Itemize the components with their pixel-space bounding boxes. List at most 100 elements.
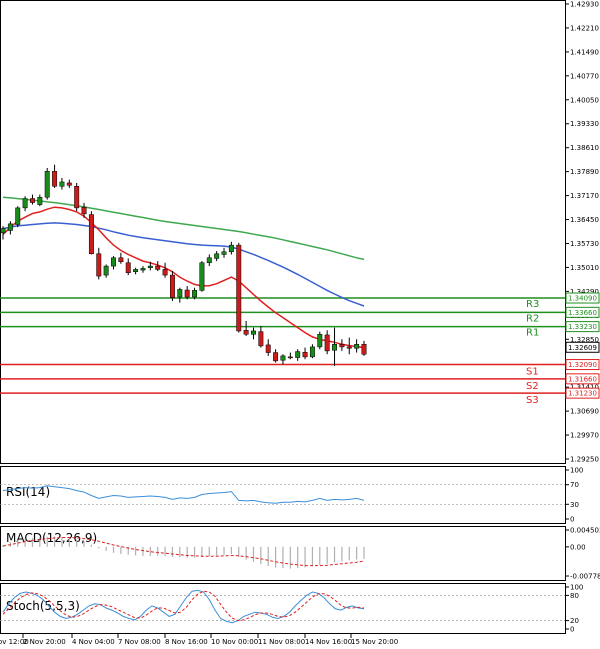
y-tick-label: 1.37890: [570, 168, 599, 176]
candle-body: [74, 186, 80, 209]
candle-body: [332, 344, 337, 351]
candle-body: [236, 244, 242, 332]
y-tick-label: 1.39330: [570, 120, 599, 128]
y-tick-label: 1.29970: [570, 432, 599, 440]
support-level-tag: 1.32090: [568, 361, 597, 369]
candle-body: [37, 196, 43, 205]
y-tick-label: 1.41490: [570, 48, 599, 56]
x-tick-label: 15 Nov 20:00: [351, 638, 398, 646]
y-tick-label: 1.29250: [570, 456, 599, 464]
main-frame: [0, 0, 566, 464]
candle-body: [251, 330, 256, 335]
support-level-name: S1: [526, 367, 539, 378]
resistance-level-name: R2: [526, 313, 539, 324]
candle-body: [221, 251, 227, 255]
x-tick-label: 2 Nov 20:00: [23, 638, 66, 646]
candle-body: [177, 289, 183, 298]
candle-body: [59, 181, 65, 187]
stoch-label: Stoch(5,5,3): [6, 599, 80, 613]
candle-body: [302, 351, 308, 358]
rsi-y-tick-label: 70: [570, 481, 579, 489]
candle-body: [243, 330, 249, 335]
candle-body: [280, 355, 286, 361]
stoch-y-tick-label: 80: [570, 592, 579, 600]
stoch-y-tick-label: 100: [570, 584, 583, 592]
candle-body: [214, 253, 220, 259]
candle-body: [125, 262, 131, 273]
candle-body: [133, 269, 139, 272]
y-tick-label: 1.36450: [570, 216, 599, 224]
candle-body: [339, 344, 345, 348]
candle-body: [81, 206, 87, 215]
x-tick-label: 14 Nov 16:00: [305, 638, 352, 646]
candle-body: [258, 331, 264, 347]
rsi-line: [2, 485, 365, 504]
candle-body: [0, 228, 6, 234]
candle-body: [184, 289, 190, 298]
x-tick-label: 11 Nov 08:00: [258, 638, 305, 646]
rsi-y-tick-label: 100: [570, 467, 583, 475]
x-tick-label: 4 Nov 04:00: [72, 638, 115, 646]
resistance-level-tag: 1.34090: [568, 295, 597, 303]
main-price-panel: 1.42930 1.42210 1.41490 1.40770 1.40050 1.393…: [0, 0, 600, 464]
candle-body: [287, 356, 293, 359]
macd-y-tick-label: 0.00: [570, 543, 586, 551]
y-tick-label: 1.42210: [570, 24, 599, 32]
x-tick-label: 8 Nov 16:00: [165, 638, 208, 646]
candle-body: [111, 257, 116, 267]
resistance-level-tag: 1.33230: [568, 323, 597, 331]
candle-body: [30, 198, 35, 203]
resistance-level-name: R3: [526, 299, 539, 310]
macd-panel: MACD(12,26,9) 0.0045030.00-0.007786: [0, 526, 600, 581]
candle-body: [155, 265, 161, 270]
y-tick-label: 1.30690: [570, 408, 599, 416]
candle-body: [206, 257, 212, 264]
candle-body: [44, 171, 50, 198]
rsi-panel: RSI(14) 10070300: [0, 466, 583, 524]
y-tick-label: 1.42930: [570, 1, 599, 9]
candle-body: [354, 344, 360, 349]
support-level-name: S2: [526, 381, 539, 392]
macd-y-tick-label: -0.007786: [570, 573, 600, 581]
candle-body: [199, 262, 205, 291]
ma-green-line: [2, 196, 365, 261]
stoch-panel: Stoch(5,5,3) 10080 200: [0, 583, 583, 634]
forex-chart: 1.42930 1.42210 1.41490 1.40770 1.40050 1.393…: [0, 0, 600, 646]
stoch-y-tick-label: 0: [570, 626, 574, 634]
rsi-frame: [0, 466, 566, 524]
candle-body: [66, 182, 72, 186]
candle-body: [15, 207, 21, 225]
y-tick-label: 1.35730: [570, 240, 599, 248]
candle-body: [140, 268, 146, 271]
x-tick-label: 10 Nov 00:00: [211, 638, 258, 646]
last-price-tag: 1.32609: [568, 344, 597, 352]
y-tick-label: 1.40050: [570, 96, 599, 104]
candle-body: [346, 346, 352, 349]
candle-body: [192, 290, 198, 298]
resistance-level-name: R1: [526, 328, 539, 339]
candle-body: [162, 269, 168, 276]
candle-body: [96, 253, 102, 277]
x-tick-label: 7 Nov 08:00: [118, 638, 161, 646]
y-tick-label: 1.38610: [570, 144, 599, 152]
candle-body: [103, 265, 109, 276]
candle-body: [324, 334, 330, 352]
candle-body: [52, 171, 58, 187]
candle-body: [361, 344, 367, 355]
candle-body: [273, 352, 279, 362]
candle-body: [147, 265, 153, 269]
stoch-y-tick-label: 20: [570, 617, 579, 625]
x-axis: 1 Nov 12:002 Nov 20:004 Nov 04:007 Nov 0…: [0, 634, 398, 646]
candle-body: [228, 244, 234, 253]
rsi-y-tick-label: 30: [570, 501, 579, 509]
support-level-tag: 1.31660: [568, 375, 597, 383]
candle-body: [7, 223, 13, 231]
candle-body: [309, 346, 315, 358]
support-level-tag: 1.31230: [568, 390, 597, 398]
candle-body: [22, 198, 28, 209]
candle-body: [118, 257, 124, 263]
candle-body: [295, 351, 301, 358]
rsi-y-tick-label: 0: [570, 516, 574, 524]
y-tick-label: 1.35010: [570, 264, 599, 272]
support-level-name: S3: [526, 395, 539, 406]
